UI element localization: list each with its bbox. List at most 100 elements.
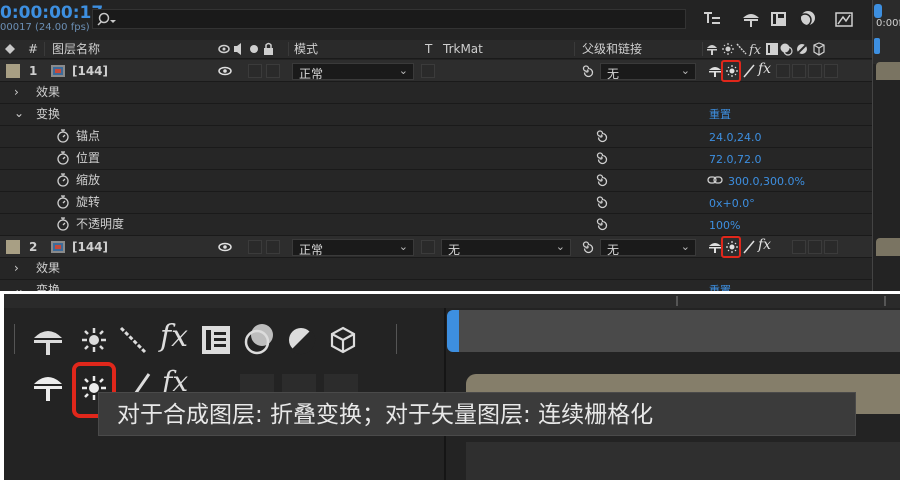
transform-group-row[interactable]: ⌄ 变换 重置 — [0, 104, 872, 126]
constrain-proportions-link-icon[interactable] — [707, 175, 723, 185]
column-layer-name[interactable]: 图层名称 — [52, 42, 100, 56]
pickwhip-spiral-icon[interactable] — [594, 217, 608, 231]
timeline-track-area[interactable] — [872, 64, 873, 291]
frame-blending-toggle[interactable] — [776, 64, 790, 78]
quality-slash-icon[interactable] — [742, 240, 756, 254]
effects-label: 效果 — [36, 85, 61, 99]
current-timecode[interactable]: 0:00:00:17 — [0, 3, 103, 23]
visibility-eye-icon[interactable] — [218, 66, 232, 76]
column-parent[interactable]: 父级和链接 — [582, 42, 642, 56]
ruler-tick — [676, 296, 678, 306]
stopwatch-icon[interactable] — [56, 173, 70, 187]
layer-1-duration-bar[interactable] — [876, 62, 900, 80]
collapse-transform-sun-icon[interactable] — [80, 326, 108, 354]
chevron-right-icon[interactable]: › — [14, 261, 19, 275]
pickwhip-spiral-icon[interactable] — [594, 129, 608, 143]
fx-icon[interactable]: fx — [758, 62, 771, 76]
effects-group-row[interactable]: › 效果 — [0, 82, 872, 104]
quality-slash-icon[interactable] — [742, 64, 756, 78]
property-value[interactable]: 0x+0.0° — [709, 197, 755, 211]
lock-toggle[interactable] — [266, 64, 280, 78]
pickwhip-spiral-icon[interactable] — [594, 173, 608, 187]
layer-name[interactable]: [144] — [72, 64, 108, 78]
layer-row-2[interactable]: 2 [144] 正常 ⌄ 无 ⌄ 无 ⌄ fx — [0, 236, 872, 258]
pickwhip-spiral-icon[interactable] — [580, 240, 594, 254]
solo-toggle[interactable] — [248, 240, 262, 254]
stopwatch-icon[interactable] — [56, 195, 70, 209]
property-value[interactable]: 300.0,300.0% — [728, 175, 805, 189]
graph-editor-icon[interactable] — [834, 9, 856, 29]
tooltip-text: 对于合成图层: 折叠变换；对于矢量图层: 连续栅格化 — [117, 402, 654, 428]
property-row-opacity[interactable]: 不透明度 100% — [0, 214, 872, 236]
solo-toggle[interactable] — [248, 64, 262, 78]
column-trkmat[interactable]: TrkMat — [443, 42, 483, 56]
chevron-down-icon[interactable]: ⌄ — [14, 282, 24, 291]
property-row-position[interactable]: 位置 72.0,72.0 — [0, 148, 872, 170]
adjustment-layer-toggle[interactable] — [824, 240, 838, 254]
reset-link[interactable]: 重置 — [709, 284, 731, 291]
playhead-marker[interactable] — [874, 4, 882, 18]
preserve-transparency-toggle[interactable] — [421, 240, 435, 254]
shy-icon[interactable] — [32, 324, 64, 356]
work-area-bar[interactable] — [452, 310, 900, 352]
layer-2-duration-bar[interactable] — [876, 238, 900, 256]
layer-name[interactable]: [144] — [72, 240, 108, 254]
fx-icon[interactable]: fx — [758, 238, 771, 252]
column-mode[interactable]: 模式 — [294, 42, 318, 56]
layer-label-color[interactable] — [6, 240, 20, 254]
zoomed-switches-panel: fx fx 对于合成图层: 折叠变换；对于矢量图层: 连续栅格化 — [4, 294, 900, 480]
property-value[interactable]: 100% — [709, 219, 740, 233]
frame-blending-icon[interactable] — [200, 324, 232, 356]
composition-flowchart-icon[interactable] — [702, 9, 724, 29]
shy-master-icon[interactable] — [740, 9, 762, 29]
search-input[interactable] — [92, 9, 686, 29]
property-row-scale[interactable]: 缩放 300.0,300.0% — [0, 170, 872, 192]
property-value[interactable]: 72.0,72.0 — [709, 153, 761, 167]
3d-layer-toggle[interactable] — [824, 64, 838, 78]
column-t[interactable]: T — [425, 42, 432, 56]
quality-dashed-icon[interactable] — [118, 325, 148, 355]
label-column-icon[interactable] — [4, 43, 16, 55]
layer-label-color[interactable] — [6, 64, 20, 78]
stopwatch-icon[interactable] — [56, 129, 70, 143]
property-row-anchor[interactable]: 锚点 24.0,24.0 — [0, 126, 872, 148]
motion-blur-toggle[interactable] — [808, 240, 822, 254]
frame-blending-toggle[interactable] — [792, 240, 806, 254]
chevron-down-icon[interactable]: ⌄ — [14, 106, 24, 120]
pickwhip-spiral-icon[interactable] — [594, 151, 608, 165]
shy-icon[interactable] — [32, 370, 64, 402]
fx-icon[interactable]: fx — [160, 320, 188, 354]
chevron-right-icon[interactable]: › — [14, 85, 19, 99]
frame-blending-master-icon[interactable] — [768, 9, 790, 29]
transform-group-row[interactable]: ⌄ 变换 重置 — [0, 280, 872, 291]
motion-blur-icon[interactable] — [242, 322, 278, 356]
blend-mode-dropdown[interactable]: 正常 ⌄ — [292, 63, 414, 81]
stopwatch-icon[interactable] — [56, 151, 70, 165]
column-hash[interactable]: # — [28, 42, 38, 56]
shy-icon[interactable] — [708, 240, 722, 254]
3d-cube-icon[interactable] — [328, 325, 358, 355]
blend-mode-dropdown[interactable]: 正常 ⌄ — [292, 239, 414, 257]
pickwhip-spiral-icon[interactable] — [580, 64, 594, 78]
parent-dropdown[interactable]: 无 ⌄ — [600, 239, 696, 257]
pickwhip-spiral-icon[interactable] — [594, 195, 608, 209]
switches-header-icons: fx — [707, 42, 825, 56]
motion-blur-master-icon[interactable] — [796, 9, 818, 29]
lock-toggle[interactable] — [266, 240, 280, 254]
property-row-rotation[interactable]: 旋转 0x+0.0° — [0, 192, 872, 214]
track-matte-dropdown[interactable]: 无 ⌄ — [441, 239, 571, 257]
motion-blur-toggle[interactable] — [792, 64, 806, 78]
layer-row-1[interactable]: 1 [144] 正常 ⌄ 无 ⌄ fx — [0, 60, 872, 82]
work-area-handle[interactable] — [447, 310, 459, 352]
shy-icon[interactable] — [708, 64, 722, 78]
visibility-eye-icon[interactable] — [218, 242, 232, 252]
parent-dropdown[interactable]: 无 ⌄ — [600, 63, 696, 81]
property-value[interactable]: 24.0,24.0 — [709, 131, 761, 145]
adjustment-layer-icon[interactable] — [286, 325, 316, 355]
work-area-handle[interactable] — [874, 38, 880, 54]
stopwatch-icon[interactable] — [56, 217, 70, 231]
adjustment-layer-toggle[interactable] — [808, 64, 822, 78]
effects-group-row[interactable]: › 效果 — [0, 258, 872, 280]
preserve-transparency-toggle[interactable] — [421, 64, 435, 78]
reset-link[interactable]: 重置 — [709, 108, 731, 122]
